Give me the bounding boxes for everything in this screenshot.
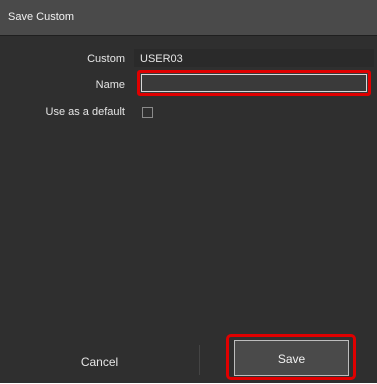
save-custom-dialog: Save Custom Custom USER03 Name Use as a … — [0, 0, 377, 383]
button-divider — [199, 345, 200, 375]
save-button[interactable]: Save — [234, 340, 349, 376]
use-as-default-label: Use as a default — [45, 106, 126, 118]
cancel-button[interactable]: Cancel — [0, 340, 199, 383]
title-bar: Save Custom — [0, 0, 377, 36]
custom-value: USER03 — [140, 53, 183, 65]
custom-label: Custom — [87, 53, 125, 65]
use-as-default-checkbox[interactable] — [142, 107, 153, 118]
name-input[interactable] — [137, 70, 371, 96]
dialog-title: Save Custom — [8, 11, 75, 23]
name-label: Name — [95, 79, 125, 91]
